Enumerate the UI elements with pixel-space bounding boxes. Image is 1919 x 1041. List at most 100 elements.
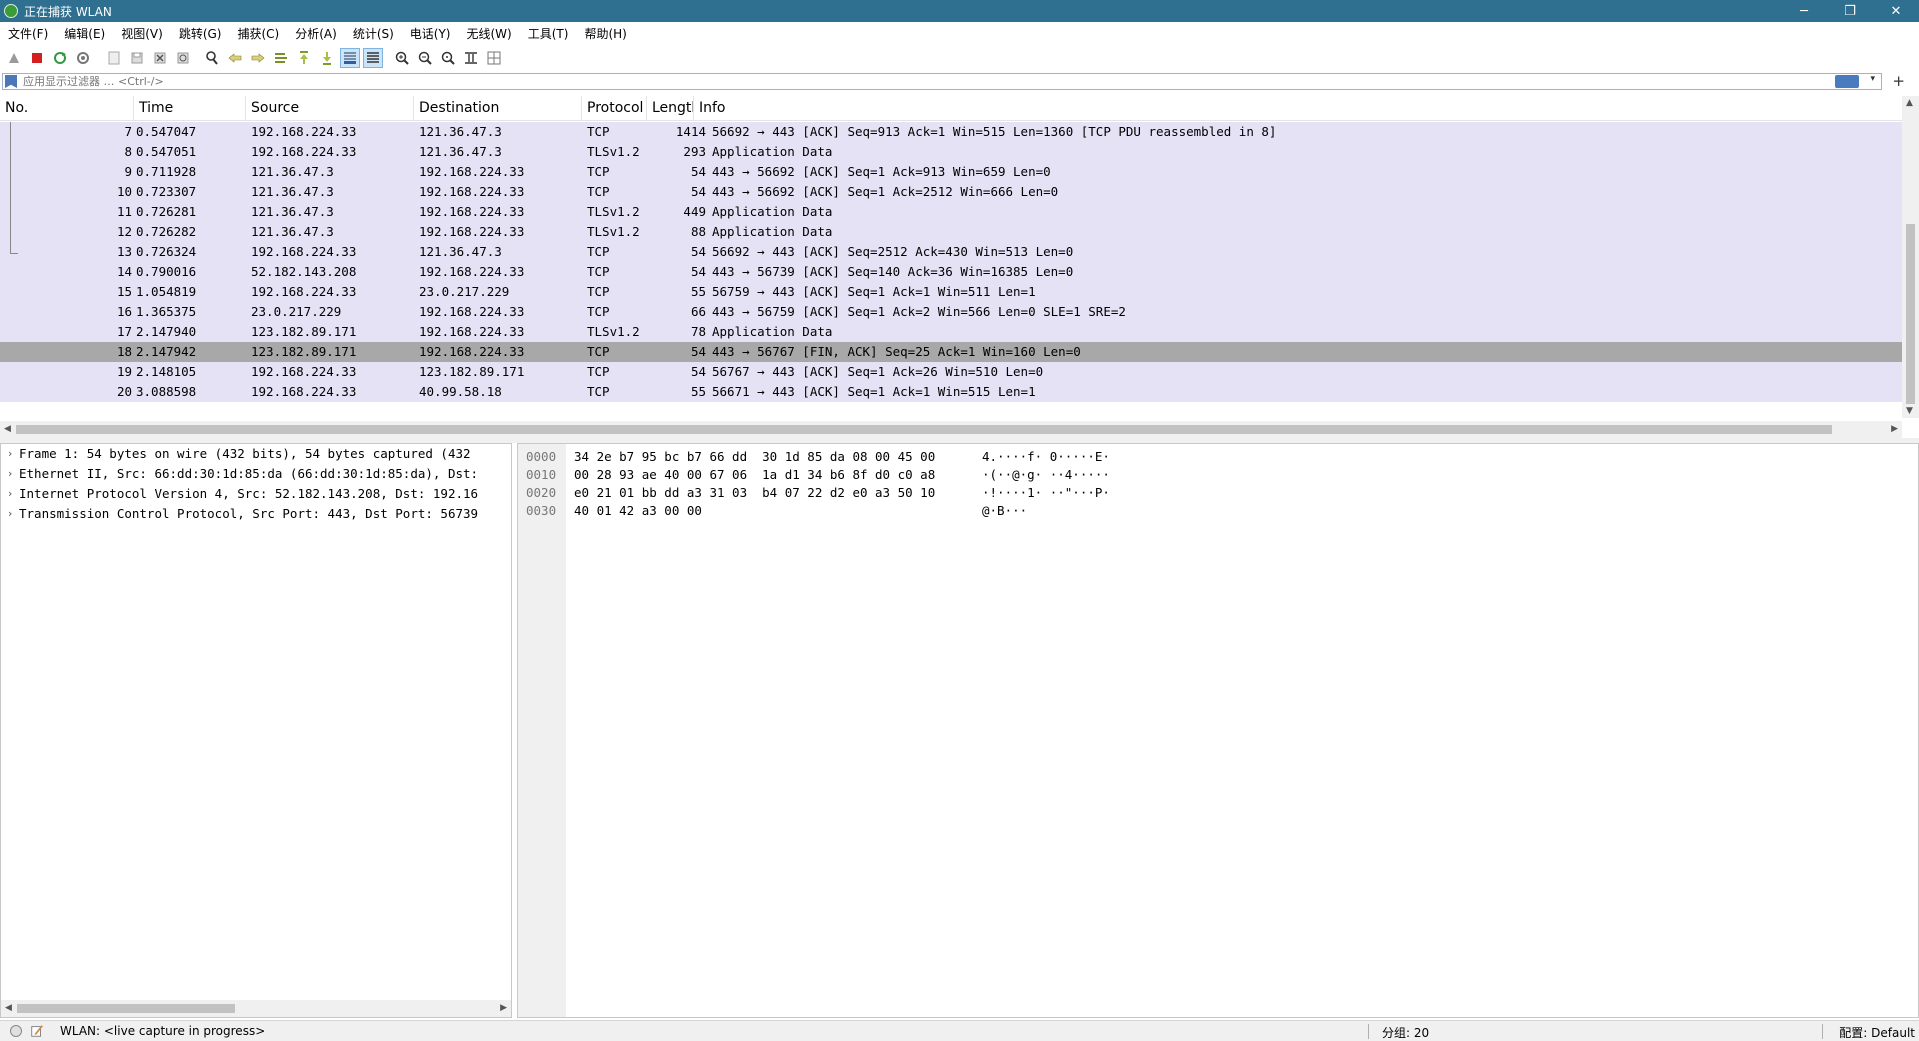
tree-item-ipv4[interactable]: › Internet Protocol Version 4, Src: 52.18…	[1, 484, 511, 504]
zoom-in-icon[interactable]	[392, 48, 412, 68]
tree-item-frame[interactable]: › Frame 1: 54 bytes on wire (432 bits), 5…	[1, 444, 511, 464]
tree-item-ethernet[interactable]: › Ethernet II, Src: 66:dd:30:1d:85:da (66…	[1, 464, 511, 484]
byte-ascii[interactable]: ·(··@·g· ··4·····	[982, 466, 1110, 484]
close-file-icon[interactable]	[150, 48, 170, 68]
table-row[interactable]: 9 0.711928 121.36.47.3 192.168.224.33 TCP 54 4…	[0, 162, 1902, 182]
colorize-icon[interactable]	[363, 48, 383, 68]
main-toolbar	[0, 45, 1919, 71]
display-filter-box: ▾	[2, 73, 1882, 90]
menu-file[interactable]: 文件(F)	[0, 25, 56, 42]
menu-help[interactable]: 帮助(H)	[576, 25, 634, 42]
chevron-down-icon[interactable]: ▾	[1870, 74, 1875, 84]
apply-filter-icon[interactable]	[1835, 75, 1859, 88]
byte-hex[interactable]: 40 01 42 a3 00 00	[574, 502, 702, 520]
menu-analyze[interactable]: 分析(A)	[287, 25, 345, 42]
menu-edit[interactable]: 编辑(E)	[56, 25, 113, 42]
byte-offset: 0030	[526, 503, 557, 518]
byte-hex[interactable]: 00 28 93 ae 40 00 67 06 1a d1 34 b6 8f d…	[574, 466, 935, 484]
profile-selector[interactable]: 配置: Default	[1839, 1024, 1915, 1041]
table-row[interactable]: 16 1.365375 23.0.217.229 192.168.224.33 TCP 6…	[0, 302, 1902, 322]
menu-tools[interactable]: 工具(T)	[520, 25, 577, 42]
byte-offset: 0000	[526, 449, 557, 464]
scroll-left-icon[interactable]: ◀	[5, 1003, 12, 1013]
scroll-thumb[interactable]	[16, 425, 1832, 434]
table-row[interactable]: 11 0.726281 121.36.47.3 192.168.224.33 TLSv1…	[0, 202, 1902, 222]
column-destination[interactable]: Destination	[414, 96, 582, 120]
table-row[interactable]: 17 2.147940 123.182.89.171 192.168.224.33 TL…	[0, 322, 1902, 342]
scroll-thumb[interactable]	[1906, 224, 1915, 404]
chevron-right-icon[interactable]: ›	[1, 444, 19, 464]
table-row[interactable]: 10 0.723307 121.36.47.3 192.168.224.33 TCP 54…	[0, 182, 1902, 202]
go-back-icon[interactable]	[225, 48, 245, 68]
go-forward-icon[interactable]	[248, 48, 268, 68]
column-source[interactable]: Source	[246, 96, 414, 120]
table-row[interactable]: 7 0.547047 192.168.224.33 121.36.47.3 TCP 141…	[0, 122, 1902, 142]
start-capture-icon[interactable]	[4, 48, 24, 68]
display-filter-input[interactable]	[23, 74, 1843, 89]
find-packet-icon[interactable]	[202, 48, 222, 68]
byte-ascii[interactable]: 4.····f· 0·····E·	[982, 448, 1110, 466]
byte-hex[interactable]: 34 2e b7 95 bc b7 66 dd 30 1d 85 da 08 0…	[574, 448, 935, 466]
last-packet-icon[interactable]	[317, 48, 337, 68]
menu-capture[interactable]: 捕获(C)	[229, 25, 287, 42]
capture-options-icon[interactable]	[73, 48, 93, 68]
table-row[interactable]: 15 1.054819 192.168.224.33 23.0.217.229 TCP 5…	[0, 282, 1902, 302]
table-row[interactable]: 8 0.547051 192.168.224.33 121.36.47.3 TLSv1.…	[0, 142, 1902, 162]
capture-comment-icon[interactable]	[30, 1024, 44, 1038]
reload-file-icon[interactable]	[173, 48, 193, 68]
table-row[interactable]: 20 3.088598 192.168.224.33 40.99.58.18 TCP 55…	[0, 382, 1902, 402]
go-to-packet-icon[interactable]	[271, 48, 291, 68]
column-time[interactable]: Time	[134, 96, 246, 120]
byte-ascii[interactable]: ·!····1· ··"···P·	[982, 484, 1110, 502]
menu-wireless[interactable]: 无线(W)	[459, 25, 520, 42]
column-protocol[interactable]: Protocol	[582, 96, 647, 120]
auto-scroll-icon[interactable]	[340, 48, 360, 68]
table-row[interactable]: 12 0.726282 121.36.47.3 192.168.224.33 TLSv1…	[0, 222, 1902, 242]
scroll-right-icon[interactable]: ▶	[500, 1003, 507, 1013]
tree-item-tcp[interactable]: › Transmission Control Protocol, Src Port…	[1, 504, 511, 524]
table-row[interactable]: 14 0.790016 52.182.143.208 192.168.224.33 TC…	[0, 262, 1902, 282]
packet-bytes-pane: 0000 34 2e b7 95 bc b7 66 dd 30 1d 85 da…	[517, 443, 1919, 1018]
scroll-down-icon[interactable]: ▼	[1906, 406, 1913, 416]
scroll-left-icon[interactable]: ◀	[4, 424, 11, 434]
normal-size-icon[interactable]	[438, 48, 458, 68]
minimize-button[interactable]: ─	[1781, 0, 1827, 22]
column-length[interactable]: Length	[647, 96, 694, 120]
restore-button[interactable]: ❐	[1827, 0, 1873, 22]
chevron-right-icon[interactable]: ›	[1, 484, 19, 504]
packet-rows: 7 0.547047 192.168.224.33 121.36.47.3 TCP 141…	[0, 122, 1902, 402]
menu-statistics[interactable]: 统计(S)	[345, 25, 402, 42]
menu-view[interactable]: 视图(V)	[113, 25, 171, 42]
packet-list-vscrollbar[interactable]: ▲ ▼	[1902, 96, 1919, 418]
zoom-out-icon[interactable]	[415, 48, 435, 68]
column-info[interactable]: Info	[694, 96, 1902, 120]
layout-icon[interactable]	[484, 48, 504, 68]
table-row[interactable]: 19 2.148105 192.168.224.33 123.182.89.171 TC…	[0, 362, 1902, 382]
packet-count: 分组: 20	[1382, 1026, 1430, 1040]
resize-columns-icon[interactable]	[461, 48, 481, 68]
menu-telephony[interactable]: 电话(Y)	[402, 25, 459, 42]
details-hscrollbar[interactable]: ◀ ▶	[1, 1000, 511, 1017]
chevron-right-icon[interactable]: ›	[1, 464, 19, 484]
scroll-thumb[interactable]	[17, 1004, 235, 1013]
restart-capture-icon[interactable]	[50, 48, 70, 68]
scroll-right-icon[interactable]: ▶	[1891, 424, 1898, 434]
open-file-icon[interactable]	[104, 48, 124, 68]
chevron-right-icon[interactable]: ›	[1, 504, 19, 524]
byte-ascii[interactable]: @·B···	[982, 502, 1027, 520]
expert-info-icon[interactable]	[10, 1025, 22, 1037]
add-filter-button[interactable]: +	[1892, 72, 1905, 90]
packet-list-hscrollbar[interactable]: ◀ ▶	[0, 421, 1902, 438]
column-no[interactable]: No.	[0, 96, 134, 120]
table-row[interactable]: 13 0.726324 192.168.224.33 121.36.47.3 TCP 54…	[0, 242, 1902, 262]
scroll-up-icon[interactable]: ▲	[1906, 98, 1913, 108]
table-row-selected[interactable]: 18 2.147942 123.182.89.171 192.168.224.33 TC…	[0, 342, 1902, 362]
save-file-icon[interactable]	[127, 48, 147, 68]
byte-hex[interactable]: e0 21 01 bb dd a3 31 03 b4 07 22 d2 e0 a…	[574, 484, 935, 502]
stop-capture-icon[interactable]	[27, 48, 47, 68]
close-button[interactable]: ✕	[1873, 0, 1919, 22]
menu-go[interactable]: 跳转(G)	[171, 25, 230, 42]
first-packet-icon[interactable]	[294, 48, 314, 68]
status-bar: WLAN: <live capture in progress> 分组: 20 …	[0, 1020, 1919, 1041]
bookmark-icon[interactable]	[5, 75, 17, 88]
